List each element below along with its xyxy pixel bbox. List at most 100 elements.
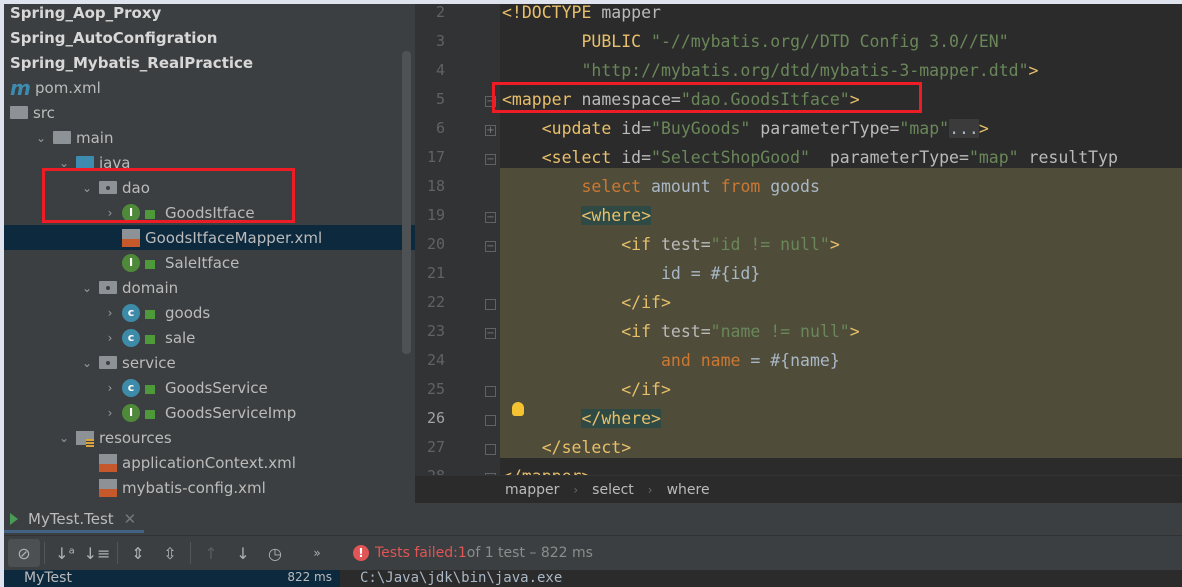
xml-file-icon	[99, 478, 117, 497]
sort-duration-icon[interactable]: ↓≡	[81, 539, 113, 567]
code-line: </if>	[502, 375, 671, 404]
lightbulb-icon[interactable]	[512, 402, 524, 416]
chevron-down-icon[interactable]: ⌄	[79, 281, 95, 295]
fold-collapse-icon[interactable]: −	[485, 212, 496, 223]
code-token: >	[978, 119, 989, 138]
line-number: 5	[435, 90, 445, 108]
tree-item[interactable]: Spring_AutoConfigration	[4, 25, 415, 50]
tree-item[interactable]: applicationContext.xml	[4, 450, 415, 475]
error-icon: !	[353, 545, 369, 561]
line-number: 20	[426, 235, 445, 253]
sort-alpha-icon[interactable]: ↓ᵃ	[49, 539, 81, 567]
next-failed-icon[interactable]: ↓	[227, 539, 259, 567]
tree-item[interactable]: GoodsItfaceMapper.xml	[4, 225, 415, 250]
code-token: <if	[621, 235, 661, 254]
more-icon[interactable]: »	[301, 539, 333, 567]
tree-item-label: Spring_Mybatis_RealPractice	[10, 53, 254, 72]
tree-item[interactable]: Spring_Mybatis_RealPractice	[4, 50, 415, 75]
breadcrumb: mapper › select › where	[415, 475, 1182, 503]
breadcrumb-select[interactable]: select	[592, 482, 634, 498]
tree-item-label: GoodsService	[165, 378, 268, 397]
test-time: 822 ms	[287, 570, 332, 584]
fold-collapse-icon[interactable]: −	[485, 154, 496, 165]
code-line: <if test="name != null">	[502, 317, 859, 346]
breadcrumb-mapper[interactable]: mapper	[505, 482, 559, 498]
tree-item[interactable]: › I GoodsServiceImp	[4, 400, 415, 425]
tree-item[interactable]: mybatis-config.xml	[4, 475, 415, 500]
chevron-right-icon[interactable]: ›	[102, 381, 118, 395]
tree-item-label: resources	[99, 428, 172, 447]
line-number: 6	[435, 119, 445, 137]
code-token: resultTyp	[1018, 148, 1118, 167]
scrollbar[interactable]	[402, 51, 411, 354]
show-passed-toggle-icon[interactable]: ⊘	[8, 539, 40, 567]
fold-collapse-icon[interactable]	[485, 415, 496, 426]
console-output[interactable]: C:\Java\jdk\bin\java.exe	[340, 570, 1182, 587]
line-number: 4	[435, 61, 445, 79]
tree-item[interactable]: ⌄ resources	[4, 425, 415, 450]
collapse-all-icon[interactable]: ⇳	[154, 539, 186, 567]
tree-item[interactable]: ⌄ service	[4, 350, 415, 375]
code-token: goods	[770, 177, 820, 196]
previous-failed-icon[interactable]: ↑	[195, 539, 227, 567]
tab-mytest[interactable]: MyTest.Test	[28, 510, 114, 528]
divider	[117, 542, 118, 564]
code-line: <!DOCTYPE mapper	[502, 4, 661, 27]
fold-collapse-icon[interactable]	[485, 386, 496, 397]
close-icon[interactable]: ✕	[124, 510, 137, 528]
fold-collapse-icon[interactable]	[485, 299, 496, 310]
line-number: 21	[426, 264, 445, 282]
tree-item[interactable]: ⌄ main	[4, 125, 415, 150]
tree-item[interactable]: ⌄ domain	[4, 275, 415, 300]
class-icon: c	[122, 328, 140, 347]
code-token: from	[720, 177, 771, 196]
code-token: = #{name}	[750, 351, 840, 370]
code-token: select	[581, 177, 652, 196]
code-editor[interactable]: 2345−6+17−1819−20−212223−2425262728 <!DO…	[415, 0, 1182, 475]
line-number: 26	[426, 409, 445, 427]
tree-item-label: src	[33, 103, 55, 122]
code-line: PUBLIC "-//mybatis.org//DTD Config 3.0//…	[502, 27, 1008, 56]
tree-item[interactable]: Spring_Aop_Proxy	[4, 4, 415, 25]
code-token: and	[660, 351, 701, 370]
code-token: "SelectShopGood"	[651, 148, 810, 167]
chevron-right-icon[interactable]: ›	[102, 406, 118, 420]
code-token: PUBLIC	[502, 32, 652, 51]
tree-item[interactable]: src	[4, 100, 415, 125]
code-line: <where>	[502, 201, 652, 230]
lock-icon	[145, 335, 155, 344]
tree-item[interactable]: › c sale	[4, 325, 415, 350]
code-token: "map"	[968, 148, 1019, 167]
class-icon: c	[122, 378, 140, 397]
breadcrumb-where[interactable]: where	[667, 482, 710, 498]
test-tree-row[interactable]: MyTest 822 ms	[4, 570, 340, 587]
fold-collapse-icon[interactable]: −	[485, 241, 496, 252]
fold-collapse-icon[interactable]: −	[485, 328, 496, 339]
tree-item[interactable]: › c goods	[4, 300, 415, 325]
history-icon[interactable]: ◷	[259, 539, 291, 567]
code-line: </where>	[502, 404, 661, 433]
status-summary: of 1 test – 822 ms	[466, 545, 593, 561]
expand-all-icon[interactable]: ⇕	[122, 539, 154, 567]
chevron-down-icon[interactable]: ⌄	[56, 431, 72, 445]
code-line: "http://mybatis.org/dtd/mybatis-3-mapper…	[502, 56, 1038, 85]
fold-expand-icon[interactable]: +	[485, 125, 496, 136]
folder-icon	[53, 131, 71, 144]
chevron-right-icon[interactable]: ›	[102, 306, 118, 320]
fold-collapse-icon[interactable]	[485, 444, 496, 455]
chevron-right-icon: ›	[647, 482, 653, 497]
code-token: "id != null"	[710, 235, 830, 254]
tree-item[interactable]: m pom.xml	[4, 75, 415, 100]
dao-highlight-box	[42, 168, 295, 223]
tree-item[interactable]: I SaleItface	[4, 250, 415, 275]
chevron-down-icon[interactable]: ⌄	[33, 131, 49, 145]
chevron-right-icon[interactable]: ›	[102, 331, 118, 345]
chevron-down-icon[interactable]: ⌄	[79, 356, 95, 370]
tree-item[interactable]: › c GoodsService	[4, 375, 415, 400]
class-icon: c	[122, 303, 140, 322]
